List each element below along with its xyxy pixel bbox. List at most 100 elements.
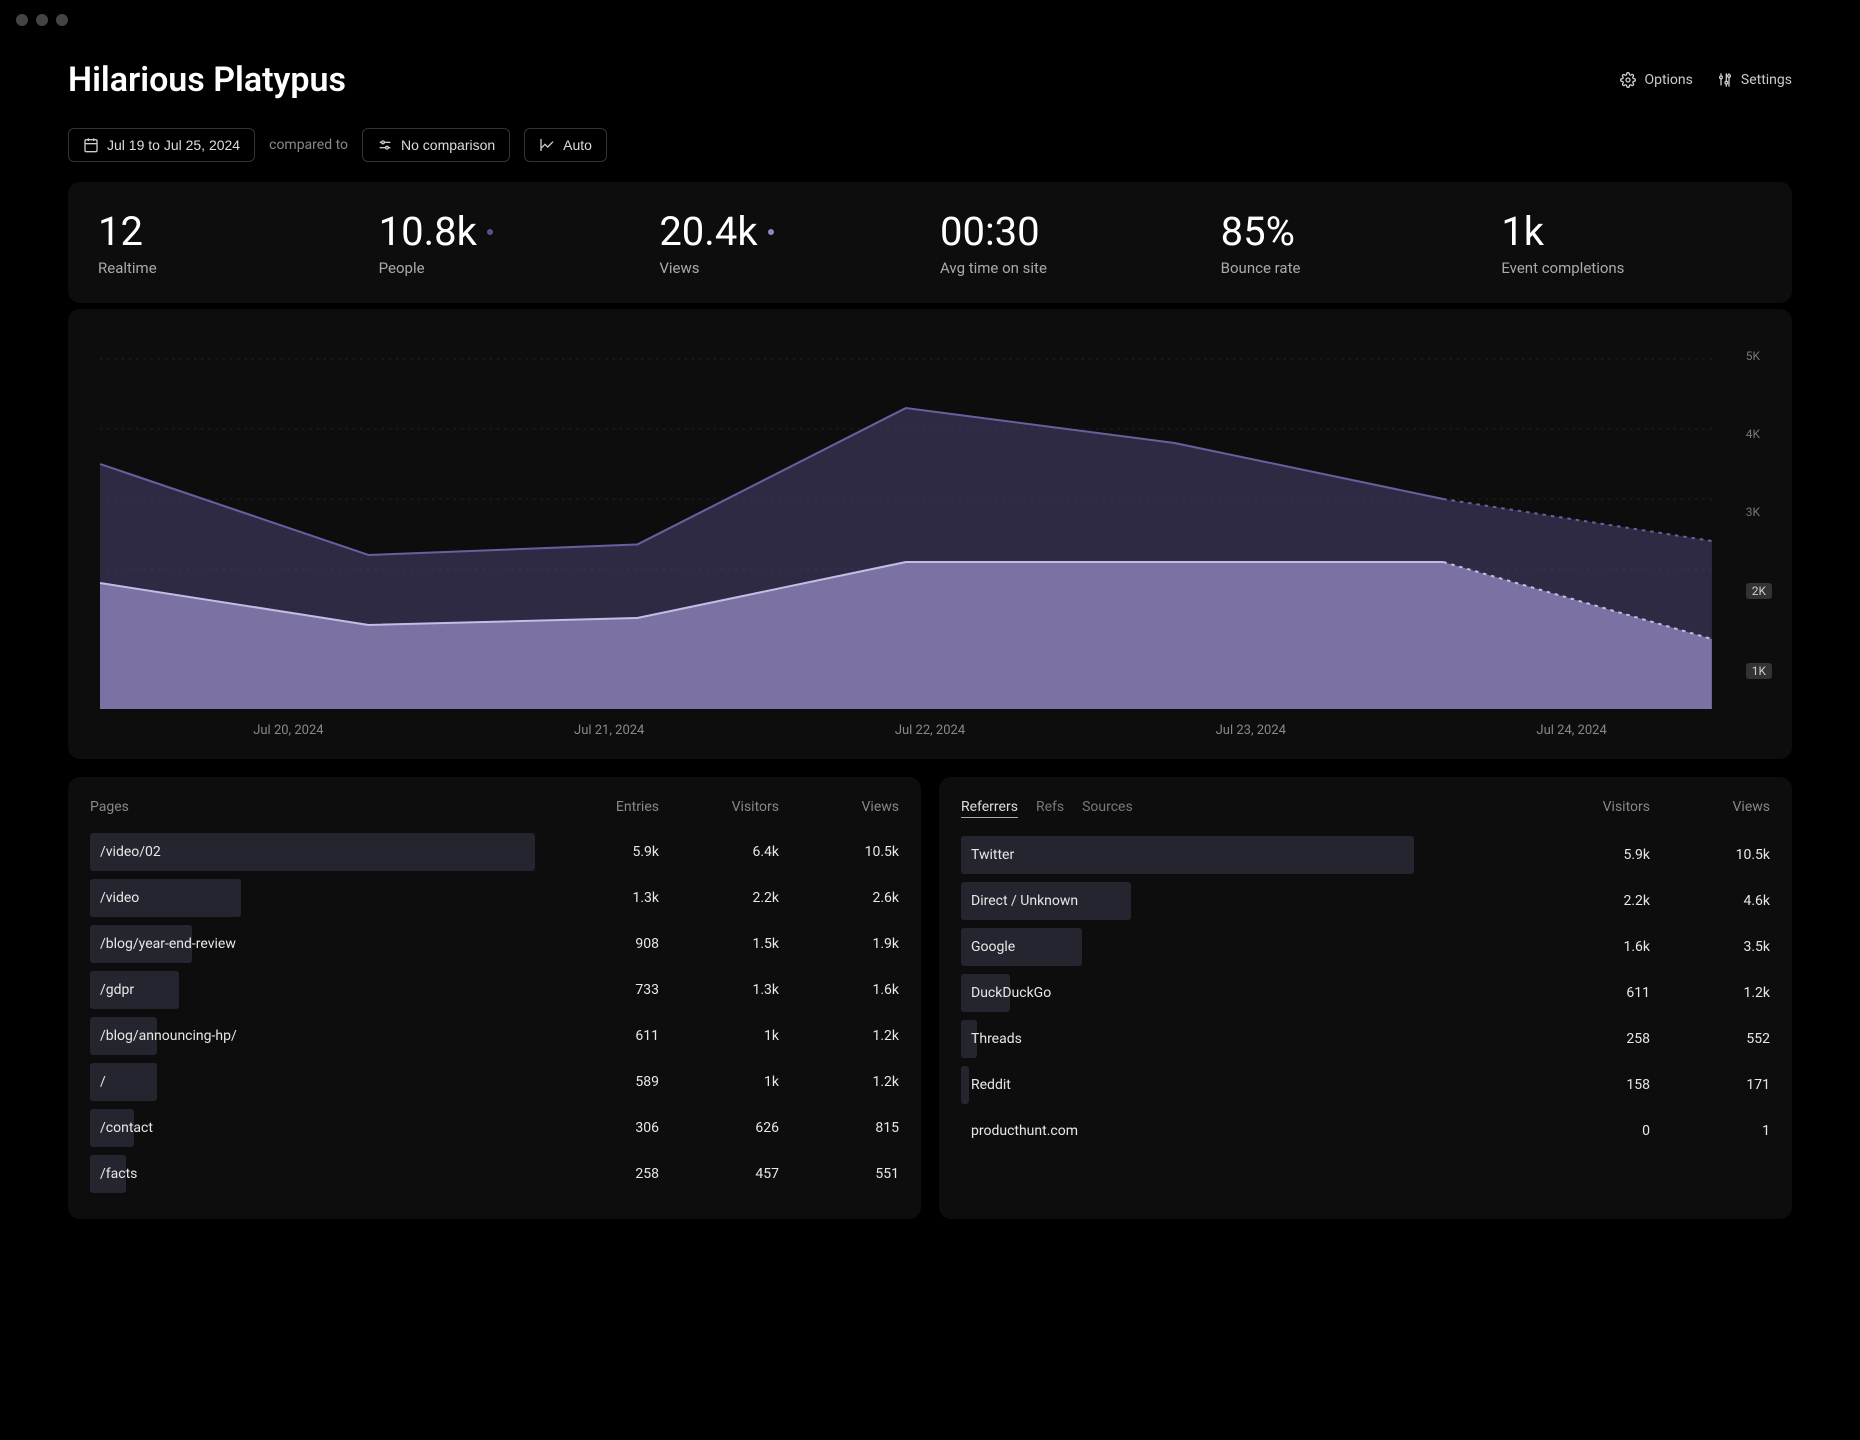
row-value: 733 [599,982,659,998]
metric-value: 1k [1501,208,1762,255]
metric-dot-icon [487,229,493,235]
table-row[interactable]: Google 1.6k3.5k [961,924,1770,970]
area-chart[interactable] [88,339,1772,709]
x-axis-labels: Jul 20, 2024Jul 21, 2024Jul 22, 2024Jul … [88,713,1772,738]
tab-sources[interactable]: Sources [1082,799,1133,818]
row-value: 1.2k [839,1074,899,1090]
tab-referrers[interactable]: Referrers [961,799,1018,818]
table-row[interactable]: /video 1.3k2.2k2.6k [90,875,899,921]
column-header[interactable]: Visitors [1590,799,1650,818]
row-name: /video [90,890,599,906]
table-row[interactable]: /blog/year-end-review 9081.5k1.9k [90,921,899,967]
table-row[interactable]: /facts 258457551 [90,1151,899,1197]
metric-value: 12 [98,208,359,255]
row-name: Twitter [961,847,1590,863]
row-value: 551 [839,1166,899,1182]
row-name: /blog/announcing-hp/ [90,1028,599,1044]
y-tick-label: 2K [1746,583,1772,599]
metric-item[interactable]: 12 Realtime [98,208,359,277]
metric-item[interactable]: 00:30 Avg time on site [940,208,1201,277]
close-window-icon[interactable] [16,14,28,26]
metric-item[interactable]: 85% Bounce rate [1221,208,1482,277]
date-range-button[interactable]: Jul 19 to Jul 25, 2024 [68,128,255,162]
row-value: 1.3k [719,982,779,998]
table-row[interactable]: /blog/announcing-hp/ 6111k1.2k [90,1013,899,1059]
row-value: 1.2k [1710,985,1770,1001]
sliders-icon [1717,72,1733,88]
row-value: 457 [719,1166,779,1182]
row-name: DuckDuckGo [961,985,1590,1001]
row-value: 611 [599,1028,659,1044]
pages-table-card: Pages EntriesVisitorsViews /video/02 5.9… [68,777,921,1219]
metric-item[interactable]: 10.8k People [379,208,640,277]
table-row[interactable]: / 5891k1.2k [90,1059,899,1105]
row-name: Direct / Unknown [961,893,1590,909]
metric-label: People [379,259,640,277]
options-button[interactable]: Options [1620,72,1692,88]
table-row[interactable]: producthunt.com 01 [961,1108,1770,1154]
metric-label: Bounce rate [1221,259,1482,277]
table-row[interactable]: Threads 258552 [961,1016,1770,1062]
row-value: 552 [1710,1031,1770,1047]
row-value: 1.3k [599,890,659,906]
auto-button[interactable]: Auto [524,128,607,162]
row-name: /blog/year-end-review [90,936,599,952]
header-actions: Options Settings [1620,72,1792,88]
gear-icon [1620,72,1636,88]
table-row[interactable]: Reddit 158171 [961,1062,1770,1108]
row-name: Reddit [961,1077,1590,1093]
row-value: 5.9k [599,844,659,860]
pages-table-header: Pages EntriesVisitorsViews [90,799,899,815]
minimize-window-icon[interactable] [36,14,48,26]
row-name: /contact [90,1120,599,1136]
row-value: 908 [599,936,659,952]
table-row[interactable]: Twitter 5.9k10.5k [961,832,1770,878]
y-tick-label: 5K [1746,349,1772,363]
column-header[interactable]: Views [1710,799,1770,818]
metric-dot-icon [768,229,774,235]
column-header[interactable]: Entries [599,799,659,815]
y-tick-label: 4K [1746,427,1772,441]
table-row[interactable]: /video/02 5.9k6.4k10.5k [90,829,899,875]
metric-item[interactable]: 20.4k Views [659,208,920,277]
table-row[interactable]: DuckDuckGo 6111.2k [961,970,1770,1016]
chart-line-icon [539,137,555,153]
row-value: 0 [1590,1123,1650,1139]
x-tick-label: Jul 20, 2024 [253,723,323,738]
table-row[interactable]: Direct / Unknown 2.2k4.6k [961,878,1770,924]
table-row[interactable]: /gdpr 7331.3k1.6k [90,967,899,1013]
row-value: 6.4k [719,844,779,860]
referrers-table-body: Twitter 5.9k10.5k Direct / Unknown 2.2k4… [961,832,1770,1154]
row-value: 1.5k [719,936,779,952]
row-value: 4.6k [1710,893,1770,909]
filter-controls: Jul 19 to Jul 25, 2024 compared to No co… [68,128,1792,162]
referrers-table-header: Referrers Refs Sources Visitors Views [961,799,1770,818]
metric-item[interactable]: 1k Event completions [1501,208,1762,277]
chart-card: 5K4K3K2K1K Jul 20, 2024Jul 21, 2024Jul 2… [68,309,1792,759]
settings-button[interactable]: Settings [1717,72,1792,88]
table-row[interactable]: /contact 306626815 [90,1105,899,1151]
comparison-label: No comparison [401,137,495,153]
row-value: 258 [599,1166,659,1182]
y-tick-label: 1K [1746,663,1772,679]
tables-row: Pages EntriesVisitorsViews /video/02 5.9… [68,777,1792,1219]
adjust-icon [377,137,393,153]
comparison-button[interactable]: No comparison [362,128,510,162]
row-value: 1 [1710,1123,1770,1139]
row-name: Google [961,939,1590,955]
row-value: 306 [599,1120,659,1136]
x-tick-label: Jul 21, 2024 [574,723,644,738]
metric-label: Avg time on site [940,259,1201,277]
calendar-icon [83,137,99,153]
column-header[interactable]: Visitors [719,799,779,815]
x-tick-label: Jul 24, 2024 [1536,723,1606,738]
row-value: 1.6k [839,982,899,998]
row-value: 1k [719,1074,779,1090]
row-value: 815 [839,1120,899,1136]
row-value: 2.6k [839,890,899,906]
maximize-window-icon[interactable] [56,14,68,26]
tab-refs[interactable]: Refs [1036,799,1064,818]
metric-label: Realtime [98,259,359,277]
column-header[interactable]: Views [839,799,899,815]
page-header: Hilarious Platypus Options Settings [68,60,1792,100]
